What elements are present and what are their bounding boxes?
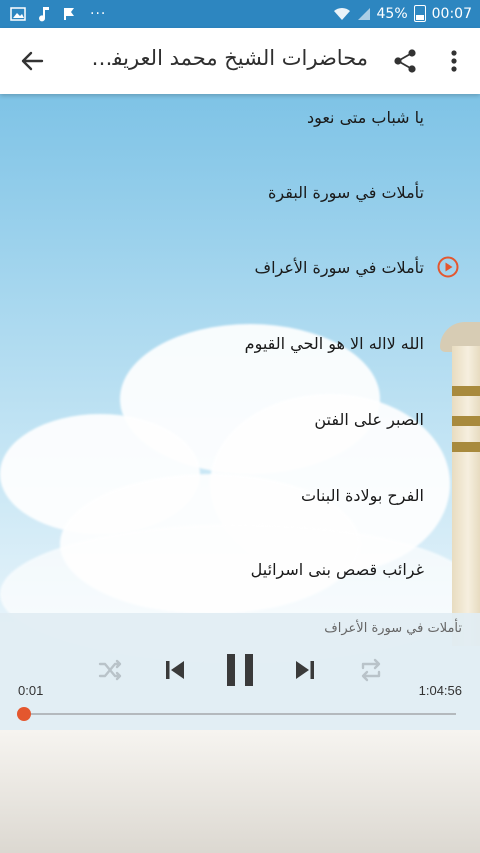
- share-icon[interactable]: [391, 47, 419, 75]
- pause-icon[interactable]: [222, 651, 258, 689]
- audio-player: تأملات في سورة الأعراف 0:01 1:04:56: [0, 613, 480, 730]
- now-playing-title: تأملات في سورة الأعراف: [324, 621, 462, 636]
- shuffle-icon[interactable]: [95, 655, 125, 685]
- list-item[interactable]: الصبر على الفتن: [0, 396, 480, 470]
- list-item[interactable]: الله لااله الا هو الحي القيوم: [0, 320, 480, 394]
- wifi-icon: [333, 7, 350, 20]
- list-item[interactable]: غرائب قصص بنى اسرائيل: [0, 546, 480, 620]
- current-time: 0:01: [18, 683, 44, 698]
- list-item-label: غرائب قصص بنى اسرائيل: [250, 560, 424, 579]
- image-icon: [10, 7, 26, 21]
- battery-percent: 45%: [376, 5, 408, 22]
- app-toolbar: محاضرات الشيخ محمد العريفي ...: [0, 28, 480, 94]
- flag-icon: [64, 8, 74, 20]
- previous-icon[interactable]: [160, 655, 190, 685]
- list-item-label: تأملات في سورة الأعراف: [254, 258, 424, 277]
- page-title: محاضرات الشيخ محمد العريفي ...: [78, 46, 368, 70]
- list-item-label: الفرح بولادة البنات: [300, 486, 424, 505]
- list-item-label: الله لااله الا هو الحي القيوم: [244, 334, 424, 353]
- back-arrow-icon[interactable]: [18, 47, 46, 75]
- more-vert-icon[interactable]: [442, 47, 466, 75]
- seek-bar[interactable]: [24, 713, 456, 715]
- status-more: ···: [90, 6, 107, 22]
- status-bar: ··· 45% 00:07: [0, 0, 480, 28]
- list-item-label: تأملات في سورة البقرة: [268, 183, 424, 202]
- play-circle-icon: [437, 256, 459, 278]
- total-time: 1:04:56: [418, 683, 462, 698]
- list-item-label: يا شباب متى نعود: [306, 108, 424, 127]
- battery-icon: [413, 5, 426, 22]
- status-time: 00:07: [431, 5, 472, 22]
- next-icon[interactable]: [290, 655, 320, 685]
- list-item[interactable]: تأملات في سورة البقرة: [0, 169, 480, 243]
- list-item[interactable]: الفرح بولادة البنات: [0, 472, 480, 546]
- seek-thumb[interactable]: [17, 707, 31, 721]
- list-item-label: الصبر على الفتن: [314, 410, 424, 429]
- list-item-active[interactable]: تأملات في سورة الأعراف: [0, 244, 480, 318]
- list-item[interactable]: يا شباب متى نعود: [0, 94, 480, 168]
- signal-icon: [357, 7, 370, 20]
- repeat-icon[interactable]: [356, 655, 386, 685]
- music-note-icon: [39, 7, 49, 22]
- bottom-background: [0, 730, 480, 853]
